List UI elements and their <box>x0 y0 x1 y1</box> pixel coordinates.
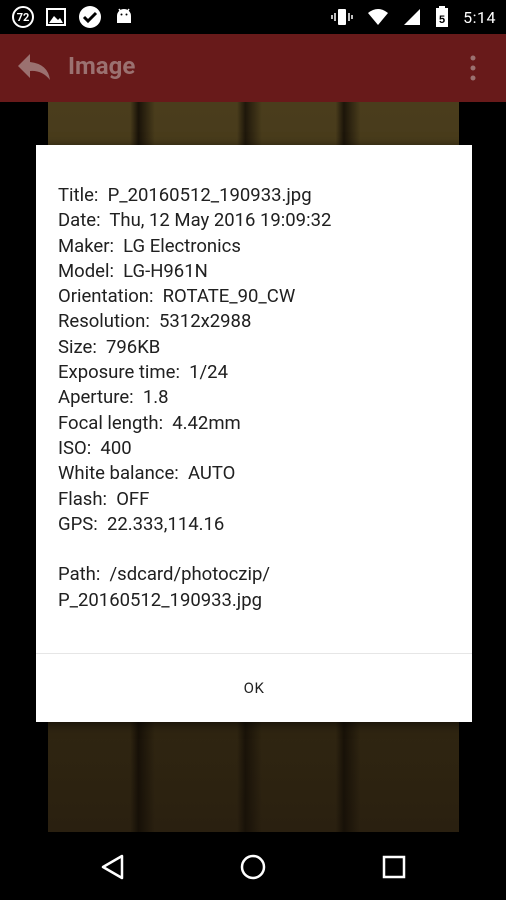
detail-label: Orientation: <box>58 285 154 308</box>
back-arrow-icon[interactable] <box>16 52 52 84</box>
detail-value: LG Electronics <box>123 234 241 257</box>
detail-row-date: Date: Thu, 12 May 2016 19:09:32 <box>58 208 462 233</box>
detail-value: Thu, 12 May 2016 19:09:32 <box>109 209 332 232</box>
detail-row-path: Path: /sdcard/photoczip/ <box>58 562 462 587</box>
detail-label: Model: <box>58 259 114 282</box>
nav-home-icon[interactable] <box>238 852 268 882</box>
detail-label: ISO: <box>58 436 92 459</box>
battery-level: 5 <box>439 14 445 26</box>
detail-row-orientation: Orientation: ROTATE_90_CW <box>58 284 462 309</box>
image-details-dialog: Title: P_20160512_190933.jpg Date: Thu, … <box>36 145 472 722</box>
system-icons: 5 5:14 <box>331 5 496 29</box>
detail-value: P_20160512_190933.jpg <box>58 588 263 611</box>
cell-signal-icon <box>404 9 421 25</box>
detail-value: P_20160512_190933.jpg <box>107 184 312 206</box>
wifi-icon <box>368 9 389 25</box>
detail-label: Exposure time: <box>58 361 180 384</box>
notification-icons: 72 <box>12 5 134 29</box>
detail-value: 400 <box>100 436 132 459</box>
check-circle-icon <box>79 6 101 28</box>
dialog-content: Title: P_20160512_190933.jpg Date: Thu, … <box>58 183 462 613</box>
detail-value: OFF <box>116 487 150 510</box>
detail-label: Maker: <box>58 234 114 257</box>
detail-row-white-balance: White balance: AUTO <box>58 461 462 486</box>
detail-label: Aperture: <box>58 386 134 409</box>
detail-value: 1.8 <box>142 386 169 409</box>
detail-row-gps: GPS: 22.333,114.16 <box>58 512 462 537</box>
detail-row-size: Size: 796KB <box>58 335 462 360</box>
detail-label: GPS: <box>58 512 98 535</box>
image-notification-icon <box>46 8 66 26</box>
overflow-menu-icon[interactable] <box>470 54 476 84</box>
detail-row-path-continued: P_20160512_190933.jpg <box>58 588 462 613</box>
detail-label: Focal length: <box>58 411 164 434</box>
notification-count-icon: 72 <box>12 6 34 28</box>
ok-button[interactable]: OK <box>36 654 472 722</box>
detail-label: Size: <box>58 335 97 358</box>
detail-value: 4.42mm <box>172 411 241 434</box>
action-bar-title: Image <box>68 52 136 80</box>
detail-row-focal-length: Focal length: 4.42mm <box>58 411 462 436</box>
detail-row-maker: Maker: LG Electronics <box>58 234 462 259</box>
android-icon <box>117 8 131 23</box>
detail-label: Flash: <box>58 487 108 510</box>
detail-label: Title: <box>58 184 99 206</box>
detail-row-title: Title: P_20160512_190933.jpg <box>58 183 462 208</box>
detail-value: AUTO <box>187 462 236 485</box>
detail-label: White balance: <box>58 462 179 485</box>
detail-value: 22.333,114.16 <box>106 512 225 535</box>
detail-label: Resolution: <box>58 310 150 333</box>
vibrate-icon <box>331 9 353 25</box>
battery-icon: 5 <box>436 6 449 27</box>
status-bar: 72 5 5:14 <box>0 0 506 34</box>
detail-value: 5312x2988 <box>159 310 252 333</box>
detail-row-flash: Flash: OFF <box>58 487 462 512</box>
detail-row-exposure-time: Exposure time: 1/24 <box>58 360 462 385</box>
detail-value: LG-H961N <box>123 259 208 282</box>
detail-label: Path: <box>58 563 101 586</box>
navigation-bar <box>0 832 506 900</box>
screen: 72 5 5:14 Image Title: P_20160512_190933… <box>0 0 506 900</box>
detail-row-resolution: Resolution: 5312x2988 <box>58 309 462 334</box>
nav-recents-icon[interactable] <box>379 852 409 882</box>
nav-back-icon[interactable] <box>98 852 128 882</box>
detail-value: 796KB <box>106 335 161 358</box>
detail-row-model: Model: LG-H961N <box>58 259 462 284</box>
clock: 5:14 <box>463 7 496 27</box>
detail-value: 1/24 <box>189 361 228 384</box>
detail-value: /sdcard/photoczip/ <box>109 563 271 586</box>
detail-value: ROTATE_90_CW <box>162 285 296 308</box>
detail-row-aperture: Aperture: 1.8 <box>58 385 462 410</box>
detail-label: Date: <box>58 209 101 232</box>
action-bar: Image <box>0 34 506 102</box>
detail-row-iso: ISO: 400 <box>58 436 462 461</box>
